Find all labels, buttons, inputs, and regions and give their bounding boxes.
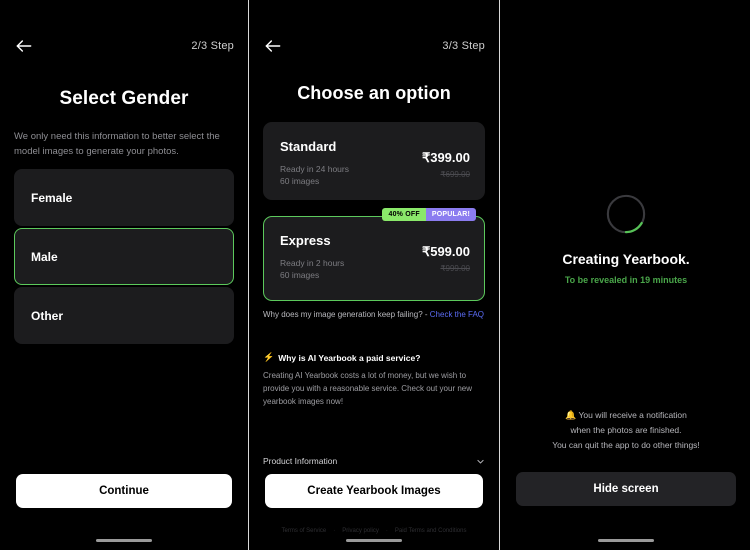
continue-button[interactable]: Continue — [16, 474, 232, 508]
paid-service-body: Creating AI Yearbook costs a lot of mone… — [263, 371, 472, 407]
terms-of-service-link[interactable]: Terms of Service — [282, 528, 327, 534]
top-bar: 3/3 Step — [249, 34, 499, 58]
page-subtitle: We only need this information to better … — [14, 131, 220, 157]
notify-line-1: 🔔 You will receive a notification — [512, 408, 740, 424]
loading-spinner-icon — [605, 193, 647, 235]
plan-price: ₹399.00 — [421, 150, 470, 165]
gender-option-label: Female — [31, 190, 73, 205]
footer-separator: · — [385, 528, 388, 534]
back-arrow-icon[interactable] — [263, 36, 283, 56]
screen-creating-yearbook: Creating Yearbook. To be revealed in 19 … — [500, 0, 750, 550]
notify-line-3: You can quit the app to do other things! — [552, 440, 700, 451]
product-information-label: Product Information — [263, 456, 338, 466]
faq-link[interactable]: Check the FAQ — [430, 310, 484, 319]
bolt-icon: ⚡ — [263, 352, 275, 362]
plan-content: Standard Ready in 24 hours 60 images ₹39… — [264, 123, 484, 199]
paid-service-heading: ⚡ Why is AI Yearbook a paid service? — [263, 352, 485, 363]
gender-option-female[interactable]: Female — [14, 169, 234, 226]
top-bar: 2/3 Step — [0, 34, 248, 58]
gender-option-male[interactable]: Male — [14, 228, 234, 285]
page-title: Select Gender — [59, 88, 189, 109]
paid-terms-link[interactable]: Paid Terms and Conditions — [395, 528, 467, 534]
creating-title: Creating Yearbook. — [562, 251, 690, 267]
home-indicator — [96, 539, 152, 542]
plan-card-standard[interactable]: Standard Ready in 24 hours 60 images ₹39… — [263, 122, 485, 200]
step-indicator: 2/3 Step — [191, 40, 234, 52]
plan-price: ₹599.00 — [421, 244, 470, 259]
screen-select-gender: 2/3 Step Select Gender We only need this… — [0, 0, 248, 550]
plan-pricing: ₹599.00 ₹999.00 — [422, 244, 470, 273]
chevron-down-icon[interactable] — [476, 457, 485, 466]
screenshot-grid: 2/3 Step Select Gender We only need this… — [0, 0, 750, 550]
plan-original-price: ₹699.00 — [440, 170, 470, 179]
bell-icon: 🔔 — [565, 409, 577, 420]
screen-choose-option: 3/3 Step Choose an option Standard Ready… — [249, 0, 499, 550]
back-arrow-icon[interactable] — [14, 36, 34, 56]
create-yearbook-images-button[interactable]: Create Yearbook Images — [265, 474, 483, 508]
plan-content: Express Ready in 2 hours 60 images ₹599.… — [264, 217, 484, 300]
paid-service-heading-text: Why is AI Yearbook a paid service? — [278, 352, 421, 363]
product-information-row[interactable]: Product Information — [263, 456, 485, 466]
plan-original-price: ₹999.00 — [440, 264, 470, 273]
plan-card-express[interactable]: 40% OFF POPULAR! Express Ready in 2 hour… — [263, 208, 485, 301]
faq-question-row: Why does my image generation keep failin… — [263, 309, 485, 322]
footer-separator: · — [333, 528, 336, 534]
gender-option-other[interactable]: Other — [14, 287, 234, 344]
step-indicator: 3/3 Step — [442, 40, 485, 52]
home-indicator — [346, 539, 402, 542]
page-title: Choose an option — [297, 83, 451, 103]
faq-question-text: Why does my image generation keep failin… — [263, 310, 430, 319]
gender-option-label: Other — [31, 308, 64, 323]
privacy-policy-link[interactable]: Privacy policy — [342, 528, 379, 534]
gender-option-label: Male — [31, 249, 58, 264]
notify-line-1-text: You will receive a notification — [578, 409, 687, 420]
home-indicator — [598, 539, 654, 542]
notify-line-2: when the photos are finished. — [570, 425, 682, 436]
footer-links: Terms of Service · Privacy policy · Paid… — [249, 528, 499, 534]
hide-screen-button[interactable]: Hide screen — [516, 472, 736, 506]
reveal-countdown: To be revealed in 19 minutes — [564, 275, 688, 285]
plan-pricing: ₹399.00 ₹699.00 — [422, 150, 470, 179]
notification-info: 🔔 You will receive a notification when t… — [512, 408, 740, 454]
